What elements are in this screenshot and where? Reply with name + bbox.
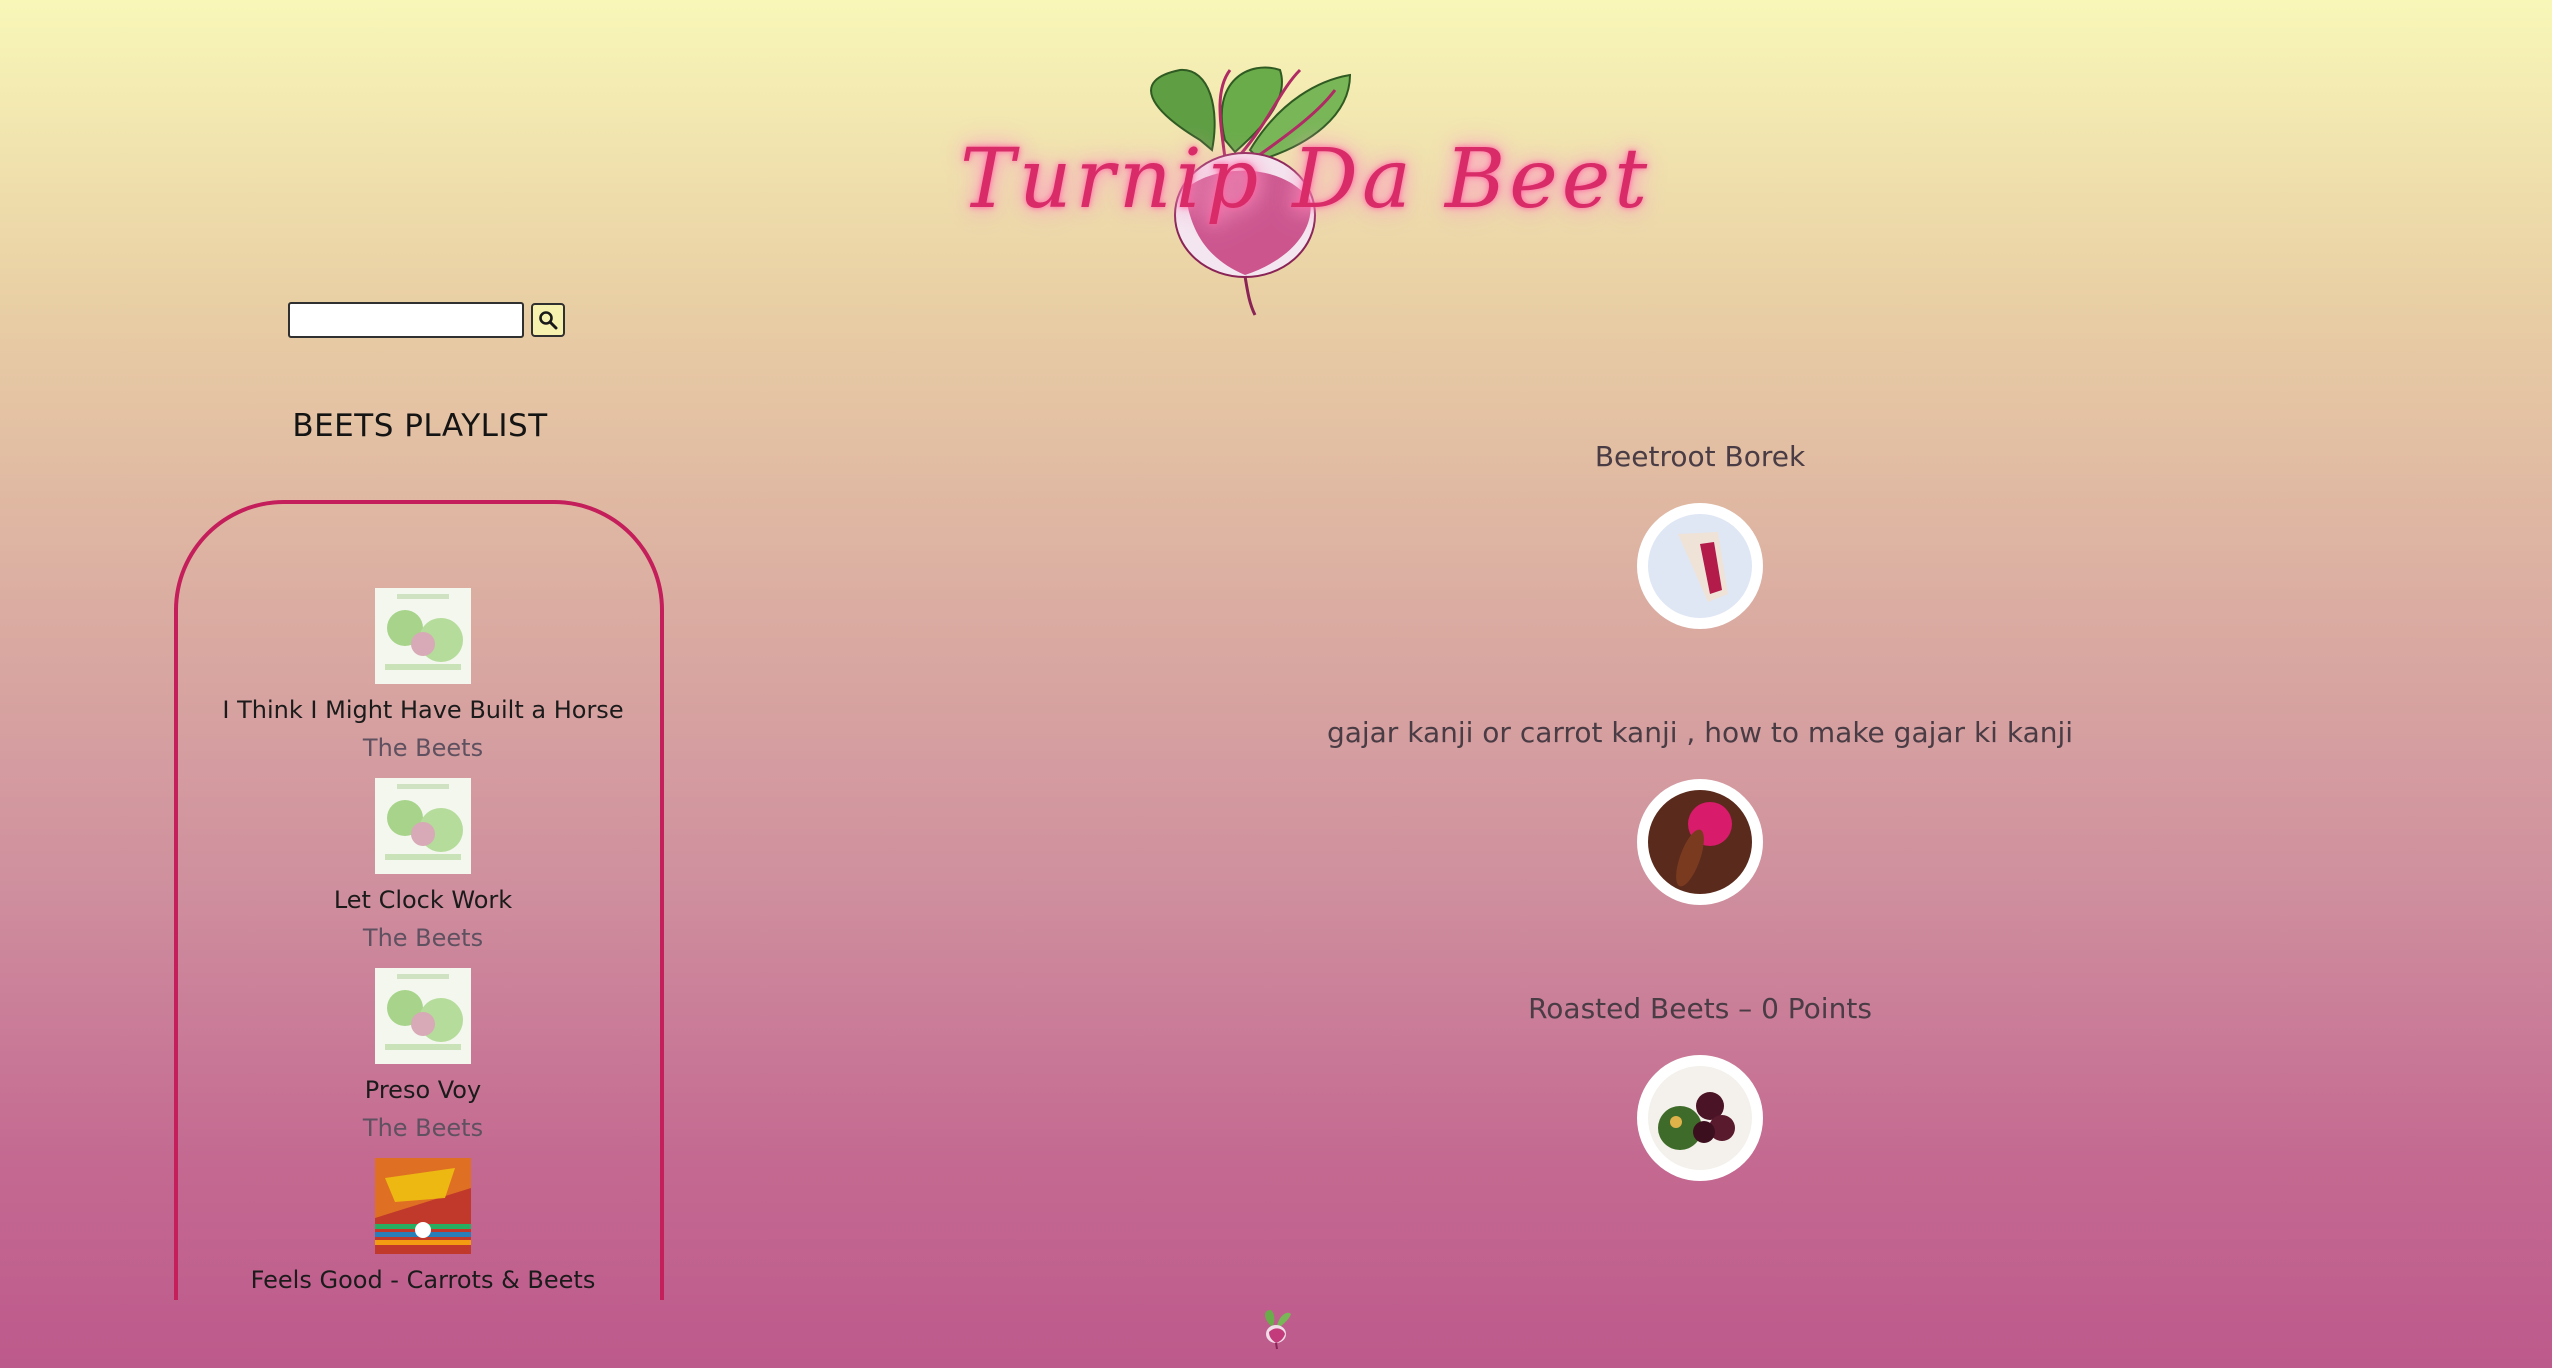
playlist-track[interactable]: Preso Voy The Beets [178,968,668,1142]
album-cover[interactable] [375,968,471,1064]
search-input[interactable] [288,302,524,338]
logo-text: Turnip Da Beet [960,132,1652,227]
track-title[interactable]: Feels Good - Carrots & Beets [178,1266,668,1294]
track-title[interactable]: Let Clock Work [178,886,668,914]
roasted-beets-plate-photo [1648,1066,1752,1170]
playlist-title: BEETS PLAYLIST [292,408,548,444]
recipe-thumbnail[interactable] [1637,779,1763,905]
recipe-thumbnail[interactable] [1637,503,1763,629]
recipe-item[interactable]: gajar kanji or carrot kanji , how to mak… [1300,716,2100,905]
album-cover[interactable] [375,1158,471,1254]
track-title[interactable]: Preso Voy [178,1076,668,1104]
recipe-item[interactable]: Beetroot Borek [1300,440,2100,629]
playlist-track[interactable]: I Think I Might Have Built a Horse The B… [178,588,668,762]
recipe-item[interactable]: Roasted Beets – 0 Points [1300,992,2100,1181]
track-title[interactable]: I Think I Might Have Built a Horse [178,696,668,724]
search-form [288,302,565,338]
track-artist: The Beets [362,1114,484,1142]
small-beet-icon [1265,1310,1291,1350]
playlist-track[interactable]: Let Clock Work The Beets [178,778,668,952]
borek-slice-photo [1648,514,1752,618]
recipe-thumbnail[interactable] [1637,1055,1763,1181]
album-cover[interactable] [375,778,471,874]
recipe-title[interactable]: Roasted Beets – 0 Points [1300,992,2100,1025]
site-logo[interactable]: Turnip Da Beet [950,40,1647,320]
playlist-panel: I Think I Might Have Built a Horse The B… [174,500,664,1300]
search-icon [539,311,558,330]
recipe-title[interactable]: Beetroot Borek [1300,440,2100,473]
album-cover[interactable] [375,588,471,684]
track-artist: The Beets [362,924,484,952]
playlist-track[interactable]: Feels Good - Carrots & Beets [178,1158,668,1294]
search-button[interactable] [531,303,565,337]
carrot-kanji-photo [1648,790,1752,894]
recipe-title[interactable]: gajar kanji or carrot kanji , how to mak… [1300,716,2100,749]
track-artist: The Beets [362,734,484,762]
